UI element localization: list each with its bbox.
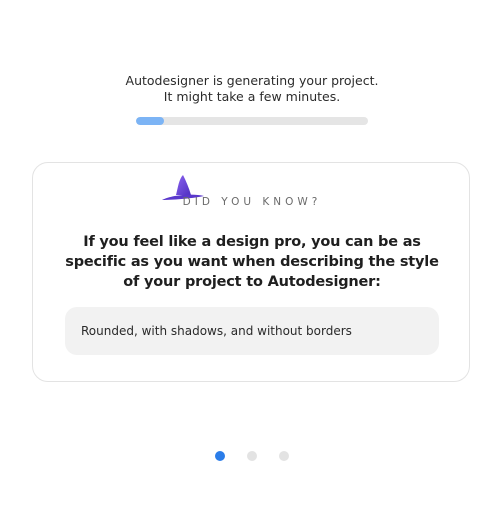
example-prompt: Rounded, with shadows, and without borde… (65, 307, 439, 355)
example-prompt-text: Rounded, with shadows, and without borde… (81, 324, 352, 338)
carousel-dot-1[interactable] (215, 451, 225, 461)
generation-status: Autodesigner is generating your project.… (0, 73, 498, 105)
carousel-pagination (215, 451, 289, 461)
did-you-know-heading: DID YOU KNOW? (182, 196, 322, 208)
progress-bar-fill (136, 117, 164, 125)
carousel-dot-3[interactable] (279, 451, 289, 461)
progress-bar (136, 117, 368, 125)
status-line-1: Autodesigner is generating your project. (125, 73, 379, 88)
tip-text: If you feel like a design pro, you can b… (65, 234, 439, 290)
status-line-2: It might take a few minutes. (163, 89, 341, 104)
carousel-dot-2[interactable] (247, 451, 257, 461)
tip-card: DID YOU KNOW? If you feel like a design … (32, 162, 470, 382)
